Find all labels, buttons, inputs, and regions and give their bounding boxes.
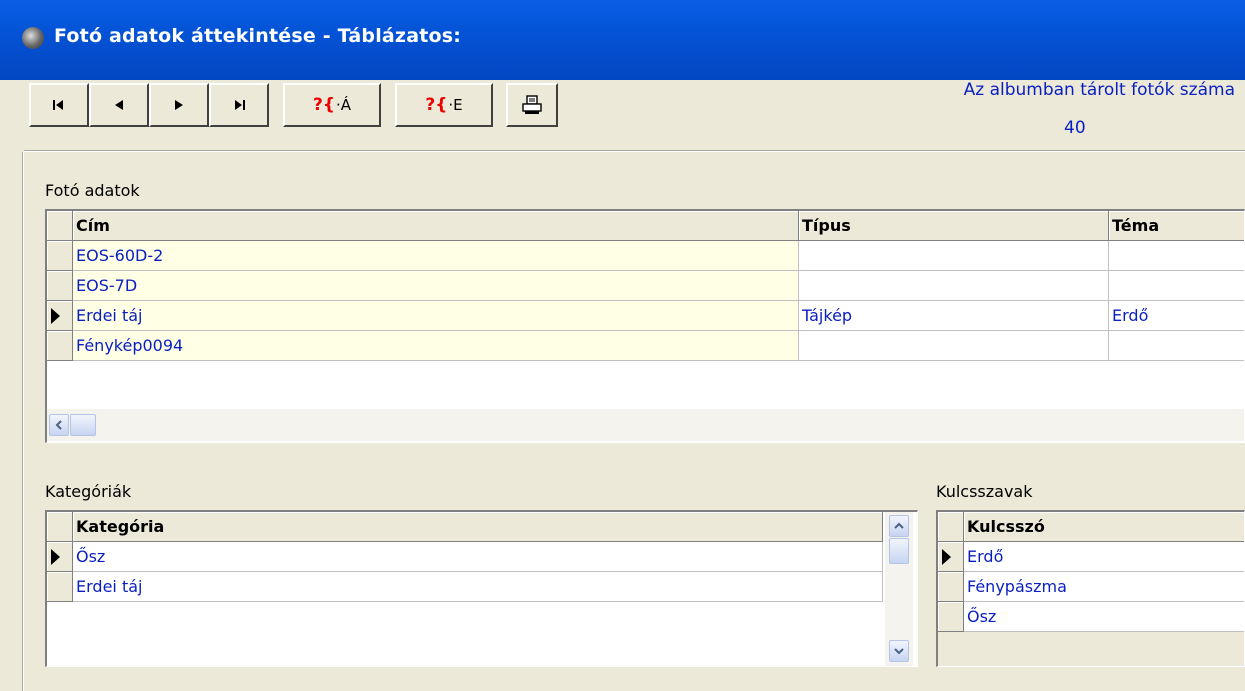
last-record-icon xyxy=(235,100,245,110)
column-header-kulcsszo[interactable]: Kulcsszó xyxy=(964,512,1244,542)
row-indicator[interactable] xyxy=(47,542,73,572)
cell-tema[interactable] xyxy=(1109,271,1244,301)
last-record-button[interactable] xyxy=(209,83,269,127)
print-button[interactable] xyxy=(506,83,558,127)
header-row: Kulcsszó xyxy=(938,512,1244,542)
table-row[interactable]: EOS-7D xyxy=(47,271,1244,301)
row-indicator[interactable] xyxy=(47,241,73,271)
search-title-label: ·Á xyxy=(335,96,351,114)
vertical-scrollbar[interactable] xyxy=(885,512,913,666)
search-icon: ?{ xyxy=(425,95,448,115)
column-header-tipus[interactable]: Típus xyxy=(799,211,1109,241)
search-icon: ?{ xyxy=(313,95,335,115)
cell-tipus[interactable] xyxy=(799,241,1109,271)
row-indicator[interactable] xyxy=(938,542,964,572)
cell-kulcsszo[interactable]: Erdő xyxy=(964,542,1244,572)
current-row-arrow-icon xyxy=(51,308,60,324)
keywords-label: Kulcsszavak xyxy=(936,482,1033,501)
album-count-label: Az albumban tárolt fotók száma xyxy=(963,80,1235,100)
cell-cim[interactable]: EOS-60D-2 xyxy=(73,241,799,271)
categories-label: Kategóriák xyxy=(45,482,132,501)
next-record-icon xyxy=(175,100,183,110)
header-indicator xyxy=(938,512,964,542)
header-indicator xyxy=(47,512,73,542)
header-row: Cím Típus Téma xyxy=(47,211,1244,241)
column-header-tema[interactable]: Téma xyxy=(1109,211,1244,241)
first-record-button[interactable] xyxy=(29,83,89,127)
window-title: Fotó adatok áttekintése - Táblázatos: xyxy=(54,25,462,47)
column-header-cim[interactable]: Cím xyxy=(73,211,799,241)
column-header-kategoria[interactable]: Kategória xyxy=(73,512,883,542)
table-row[interactable]: EOS-60D-2 xyxy=(47,241,1244,271)
row-indicator[interactable] xyxy=(938,572,964,602)
cell-tema[interactable] xyxy=(1109,241,1244,271)
table-row[interactable]: Erdei táj Tájkép Erdő xyxy=(47,301,1244,331)
cell-cim[interactable]: EOS-7D xyxy=(73,271,799,301)
cell-tema[interactable] xyxy=(1109,331,1244,361)
cell-kulcsszo[interactable]: Fénypászma xyxy=(964,572,1244,602)
photo-data-label: Fotó adatok xyxy=(45,181,140,200)
app-icon xyxy=(22,27,44,49)
list-item[interactable]: Fénypászma xyxy=(938,572,1244,602)
cell-kulcsszo[interactable]: Ősz xyxy=(964,602,1244,632)
cell-tema[interactable]: Erdő xyxy=(1109,301,1244,331)
row-indicator[interactable] xyxy=(938,602,964,632)
list-item[interactable]: Erdei táj xyxy=(47,572,887,602)
previous-record-icon xyxy=(115,100,123,110)
cell-kategoria[interactable]: Ősz xyxy=(73,542,883,572)
row-indicator[interactable] xyxy=(47,271,73,301)
title-bar: Fotó adatok áttekintése - Táblázatos: xyxy=(0,0,1245,80)
chevron-up-icon xyxy=(894,522,904,529)
row-indicator[interactable] xyxy=(47,331,73,361)
cell-tipus[interactable]: Tájkép xyxy=(799,301,1109,331)
album-count-value: 40 xyxy=(1064,118,1086,138)
scroll-down-button[interactable] xyxy=(889,640,909,662)
scroll-thumb[interactable] xyxy=(70,414,96,436)
cell-tipus[interactable] xyxy=(799,271,1109,301)
chevron-down-icon xyxy=(894,648,904,655)
cell-tipus[interactable] xyxy=(799,331,1109,361)
next-record-button[interactable] xyxy=(149,83,209,127)
toolbar-divider xyxy=(24,150,1245,152)
list-item[interactable]: Ősz xyxy=(47,542,887,572)
photo-data-grid[interactable]: Cím Típus Téma EOS-60D-2 EOS-7D Erdei tá… xyxy=(45,209,1245,443)
scroll-left-button[interactable] xyxy=(49,414,69,436)
first-record-icon xyxy=(53,100,63,110)
horizontal-scrollbar[interactable] xyxy=(47,409,1244,441)
cell-cim[interactable]: Fénykép0094 xyxy=(73,331,799,361)
row-indicator[interactable] xyxy=(47,301,73,331)
list-item[interactable]: Ősz xyxy=(938,602,1244,632)
scroll-up-button[interactable] xyxy=(889,515,909,537)
row-indicator[interactable] xyxy=(47,572,73,602)
search-by-keyword-button[interactable]: ?{ ·E xyxy=(395,83,493,127)
search-keyword-label: ·E xyxy=(448,96,463,114)
cell-kategoria[interactable]: Erdei táj xyxy=(73,572,883,602)
cell-cim[interactable]: Erdei táj xyxy=(73,301,799,331)
header-indicator xyxy=(47,211,73,241)
search-by-title-button[interactable]: ?{ ·Á xyxy=(283,83,381,127)
previous-record-button[interactable] xyxy=(89,83,149,127)
list-item[interactable]: Erdő xyxy=(938,542,1244,572)
printer-icon xyxy=(522,95,542,114)
header-row: Kategória xyxy=(47,512,887,542)
panel-edge xyxy=(22,152,24,691)
table-row[interactable]: Fénykép0094 xyxy=(47,331,1244,361)
chevron-left-icon xyxy=(55,420,62,430)
categories-grid[interactable]: Kategória Ősz Erdei táj xyxy=(45,510,918,667)
current-row-arrow-icon xyxy=(942,549,951,565)
scroll-thumb[interactable] xyxy=(889,538,909,564)
current-row-arrow-icon xyxy=(51,549,60,565)
keywords-grid[interactable]: Kulcsszó Erdő Fénypászma Ősz xyxy=(936,510,1245,667)
